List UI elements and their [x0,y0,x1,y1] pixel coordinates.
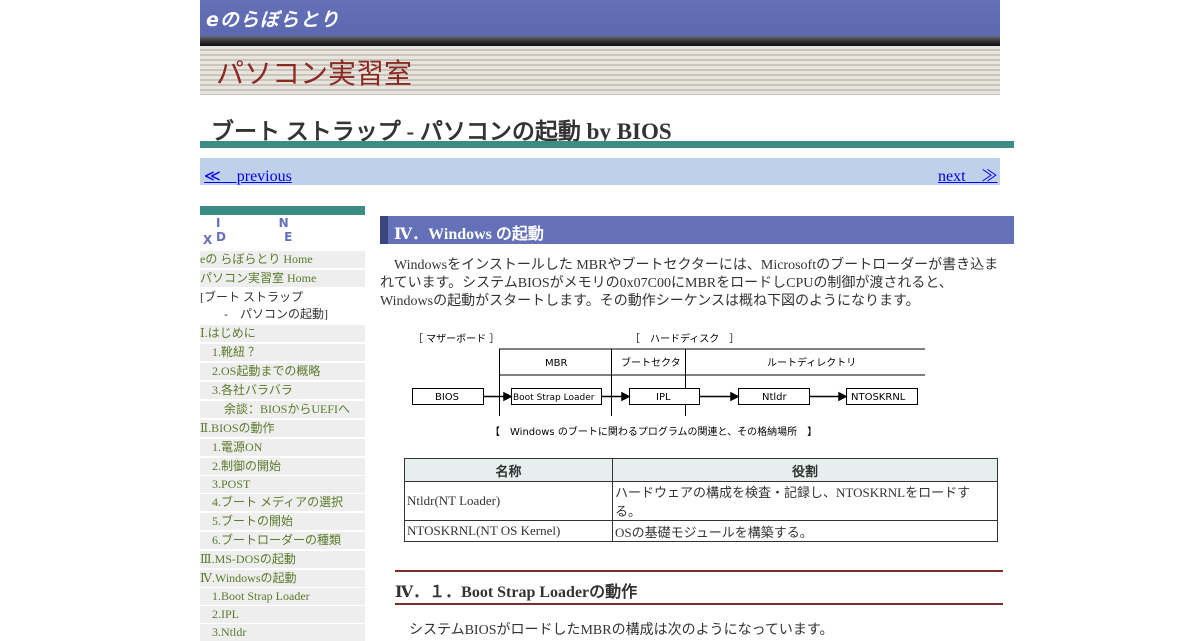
col-bootsector-label: ブートセクタ [621,356,681,369]
sidebar-item-ch2-5[interactable]: 5.ブートの開始 [200,513,365,530]
table-cell: Ntldr(NT Loader) [404,481,613,521]
harddisk-label: ［ ハードディスク ］ [630,332,739,345]
bsl-box-label: Boot Strap Loader [513,393,595,403]
subsection-paragraph: システムBIOSがロードしたMBRの構成は次のようになっています。 [409,623,834,638]
table-cell: NTOSKRNL(NT OS Kernel) [404,520,613,542]
section-heading-text: Ⅳ．Windows の起動 [394,226,544,243]
page-nav-bar [200,158,1000,185]
sidebar-index-heading: I N D E X [200,215,365,249]
previous-link[interactable]: ≪ previous [204,162,292,186]
table-cell: ハードウェアの構成を検査・記録し、NTOSKRNLをロードする。 [612,481,998,521]
sidebar-item-ch1-1[interactable]: 1.靴紐 ？ [200,344,365,361]
sidebar-top-rule [200,206,365,215]
sidebar-item-ch1-3[interactable]: 3.各社バラバラ [200,382,365,399]
ipl-box-label: IPL [656,392,671,403]
sidebar-item-ch2-6[interactable]: 6.ブートローダーの種類 [200,532,365,549]
sidebar-item-ch4-3[interactable]: 3.Ntldr [200,624,365,641]
sidebar-item-ch4[interactable]: Ⅳ.Windowsの起動 [200,570,365,587]
sidebar-item-pc-home[interactable]: パソコン実習室 Home [200,270,365,287]
table-header-row: 名称 役割 [404,458,998,482]
sidebar-item-ch4-1[interactable]: 1.Boot Strap Loader [200,588,365,605]
bios-box-label: BIOS [435,392,459,403]
col-rootdir-label: ルートディレクトリ [767,356,856,369]
sidebar-item-ch2-1[interactable]: 1.電源ON [200,439,365,456]
table-header-role: 役割 [612,458,998,482]
sidebar-item-current-title: [ブート ストラップ [200,289,365,305]
sidebar-item-ch1-aside[interactable]: 余談：BIOSからUEFIへ [200,401,365,418]
sidebar-item-lab-home[interactable]: eの らぼらとり Home [200,251,365,268]
motherboard-label: ［ マザーボード ］ [413,333,499,345]
title-rule [200,141,1014,148]
table-header-name: 名称 [404,458,613,482]
site-logo[interactable]: eのらぼらとり [206,5,340,32]
sidebar-item-ch1[interactable]: Ⅰ.はじめに [200,325,365,342]
sidebar-item-ch2-2[interactable]: 2.制御の開始 [200,458,365,475]
roles-table: 名称 役割 Ntldr(NT Loader) ハードウェアの構成を検査・記録し、… [404,458,998,542]
sidebar-item-ch2[interactable]: Ⅱ.BIOSの動作 [200,420,365,437]
col-mbr-label: MBR [545,358,567,369]
section-title: パソコン実習室 [216,59,413,90]
subsection-rule-top [395,570,1003,572]
table-cell: OSの基礎モジュールを構築する。 [612,520,998,542]
ntoskrnl-box-label: NTOSKRNL [851,392,906,403]
intro-paragraph: Windowsをインストールした MBRやブートセクターには、Microsoft… [380,258,999,309]
sidebar-item-ch4-2[interactable]: 2.IPL [200,606,365,623]
table-row: Ntldr(NT Loader) ハードウェアの構成を検査・記録し、NTOSKR… [404,481,998,521]
sidebar-item-ch1-2[interactable]: 2.OS起動までの概略 [200,363,365,380]
boot-sequence-diagram: ［ マザーボード ］ ［ ハードディスク ］ MBR ブートセクタ ルートディレ… [412,332,925,438]
table-row: NTOSKRNL(NT OS Kernel) OSの基礎モジュールを構築する。 [404,520,998,542]
banner-shadow [200,36,1000,46]
index-heading-line1: I N D E [216,216,320,244]
diagram-caption: 【 Windows のブートに関わるプログラムの関連と、その格納場所 】 [490,425,817,438]
ntldr-box-label: Ntldr [762,392,788,403]
sidebar-item-ch2-4[interactable]: 4.ブート メディアの選択 [200,494,365,511]
sidebar-item-ch2-3[interactable]: 3.POST [200,476,365,493]
next-link[interactable]: next ≫ [938,162,998,186]
sidebar-item-ch3[interactable]: Ⅲ.MS-DOSの起動 [200,551,365,568]
section-heading: Ⅳ．Windows の起動 [380,216,1014,244]
index-heading-line2: X [203,233,213,247]
subsection-rule-bottom [395,603,1003,605]
subsection-heading: Ⅳ．１．Boot Strap Loaderの動作 [395,584,638,601]
sidebar-item-current-subtitle: - パソコンの起動] [200,306,365,323]
